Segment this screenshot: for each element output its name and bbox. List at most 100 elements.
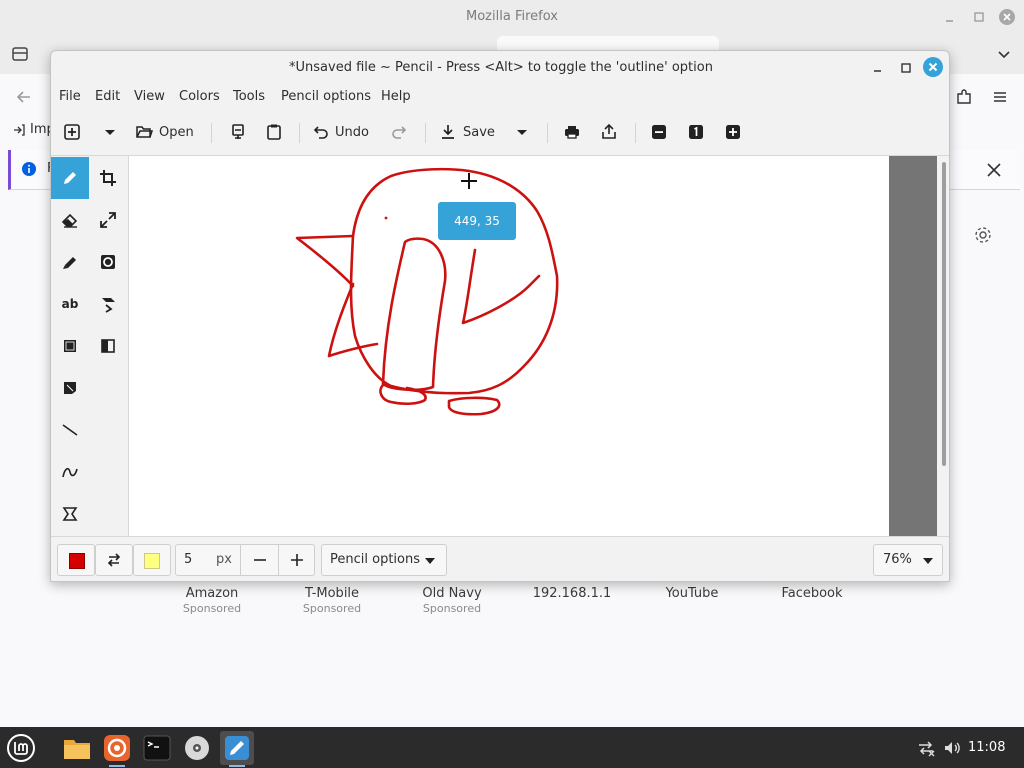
shortcut-name: Amazon <box>185 586 239 601</box>
menu-colors[interactable]: Colors <box>179 89 220 104</box>
paste-button[interactable] <box>265 119 283 145</box>
taskbar-terminal[interactable] <box>140 731 174 765</box>
tool-highlighter[interactable] <box>51 241 89 283</box>
rectangle-icon <box>64 340 76 352</box>
download-icon <box>442 125 454 139</box>
shortcut-tmobile[interactable]: T-Mobile Sponsored <box>272 586 392 615</box>
network-disconnected-icon[interactable] <box>916 738 936 758</box>
vertical-scrollbar[interactable] <box>937 156 949 536</box>
undo-button[interactable]: Undo <box>311 119 369 145</box>
menubar: File Edit View Colors Tools Pencil optio… <box>51 83 949 111</box>
free-shape-icon <box>64 382 76 394</box>
pencil-titlebar: *Unsaved file ~ Pencil - Press <Alt> to … <box>51 51 949 83</box>
hamburger-menu-icon[interactable] <box>990 87 1010 107</box>
menu-edit[interactable]: Edit <box>95 89 120 104</box>
zoom-dropdown[interactable]: 76% <box>873 544 943 576</box>
tool-crop[interactable] <box>89 157 127 199</box>
close-button[interactable] <box>923 57 943 77</box>
print-button[interactable] <box>563 119 581 145</box>
scrollbar-thumb[interactable] <box>942 162 946 466</box>
secondary-color-button[interactable] <box>133 544 171 576</box>
import-bookmarks-link[interactable]: Imp <box>12 122 55 137</box>
plus-icon <box>291 554 303 566</box>
toolbar-separator <box>635 123 636 143</box>
one-icon <box>689 125 703 139</box>
save-dropdown-button[interactable] <box>515 119 529 145</box>
tab-overview-icon[interactable] <box>10 44 30 64</box>
taskbar-disks[interactable] <box>180 731 214 765</box>
tool-rectangle[interactable] <box>51 325 89 367</box>
zoom-original-button[interactable] <box>688 119 704 145</box>
shortcut-name: Old Navy <box>422 586 482 601</box>
exchange-colors-button[interactable] <box>95 544 133 576</box>
gradient-icon <box>101 339 115 353</box>
size-decrease-button[interactable] <box>240 545 278 575</box>
taskbar-firefox[interactable] <box>100 731 134 767</box>
shortcut-old-navy[interactable]: Old Navy Sponsored <box>392 586 512 615</box>
close-icon[interactable] <box>998 8 1016 26</box>
taskbar-drawing[interactable] <box>220 731 254 767</box>
back-arrow-icon[interactable] <box>14 87 34 107</box>
zoom-out-button[interactable] <box>651 119 667 145</box>
pencil-options-dropdown[interactable]: Pencil options <box>321 544 447 576</box>
running-indicator <box>229 765 245 767</box>
tool-skew[interactable] <box>89 283 127 325</box>
extensions-icon[interactable] <box>954 87 974 107</box>
main-color-button[interactable] <box>57 544 95 576</box>
drawing-canvas[interactable]: 449, 35 <box>129 156 889 536</box>
options-bar: 5 px Pencil options 76% <box>51 536 949 581</box>
shortcut-facebook[interactable]: Facebook <box>752 586 872 601</box>
tool-eraser[interactable] <box>51 199 89 241</box>
coordinates-tooltip: 449, 35 <box>438 202 516 240</box>
size-increase-button[interactable] <box>278 545 315 575</box>
shortcut-router[interactable]: 192.168.1.1 <box>512 586 632 601</box>
shortcut-name: YouTube <box>665 586 719 601</box>
minimize-icon[interactable] <box>942 8 960 26</box>
crosshair-cursor-icon <box>461 173 477 189</box>
gear-icon[interactable] <box>972 224 994 246</box>
line-icon <box>62 424 78 436</box>
save-button[interactable]: Save <box>439 119 495 145</box>
tool-polygon[interactable] <box>51 493 89 535</box>
maximize-icon[interactable] <box>897 59 915 77</box>
highlighter-icon <box>63 257 76 269</box>
menu-pencil-options[interactable]: Pencil options <box>281 89 371 104</box>
firefox-icon <box>104 735 130 761</box>
menu-tools[interactable]: Tools <box>233 89 265 104</box>
tool-scale[interactable] <box>89 199 127 241</box>
menu-file[interactable]: File <box>59 89 81 104</box>
size-value[interactable]: 5 <box>184 552 192 567</box>
tool-text[interactable]: ab <box>51 283 89 325</box>
start-menu-button[interactable] <box>4 731 38 765</box>
taskbar: 11:08 <box>0 727 1024 768</box>
window-title: *Unsaved file ~ Pencil - Press <Alt> to … <box>289 60 713 75</box>
open-button[interactable]: Open <box>135 119 194 145</box>
clock[interactable]: 11:08 <box>968 740 1005 755</box>
menu-view[interactable]: View <box>134 89 165 104</box>
new-button[interactable] <box>63 119 81 145</box>
zoom-in-button[interactable] <box>725 119 741 145</box>
folder-icon <box>64 740 90 759</box>
copy-button[interactable] <box>229 119 247 145</box>
tool-line[interactable] <box>51 409 89 451</box>
new-dropdown-button[interactable] <box>103 119 117 145</box>
share-button[interactable] <box>600 119 618 145</box>
size-spinbutton: 5 px <box>175 544 315 576</box>
secondary-color-swatch <box>144 553 160 569</box>
tool-filters[interactable] <box>89 241 127 283</box>
minimize-icon[interactable] <box>869 59 887 77</box>
shortcut-youtube[interactable]: YouTube <box>632 586 752 601</box>
tool-free-shape[interactable] <box>51 367 89 409</box>
tab-list-chevron-icon[interactable] <box>994 44 1014 64</box>
taskbar-files[interactable] <box>60 731 94 765</box>
volume-icon[interactable] <box>942 738 962 758</box>
tool-pencil[interactable] <box>51 157 89 199</box>
redo-button[interactable] <box>391 119 409 145</box>
tool-palette: ab <box>51 156 129 536</box>
maximize-icon[interactable] <box>970 8 988 26</box>
tool-color-picker[interactable] <box>89 325 127 367</box>
close-notification-icon[interactable] <box>984 160 1004 180</box>
menu-help[interactable]: Help <box>381 89 411 104</box>
tool-curve[interactable] <box>51 451 89 493</box>
shortcut-amazon[interactable]: Amazon Sponsored <box>152 586 272 615</box>
